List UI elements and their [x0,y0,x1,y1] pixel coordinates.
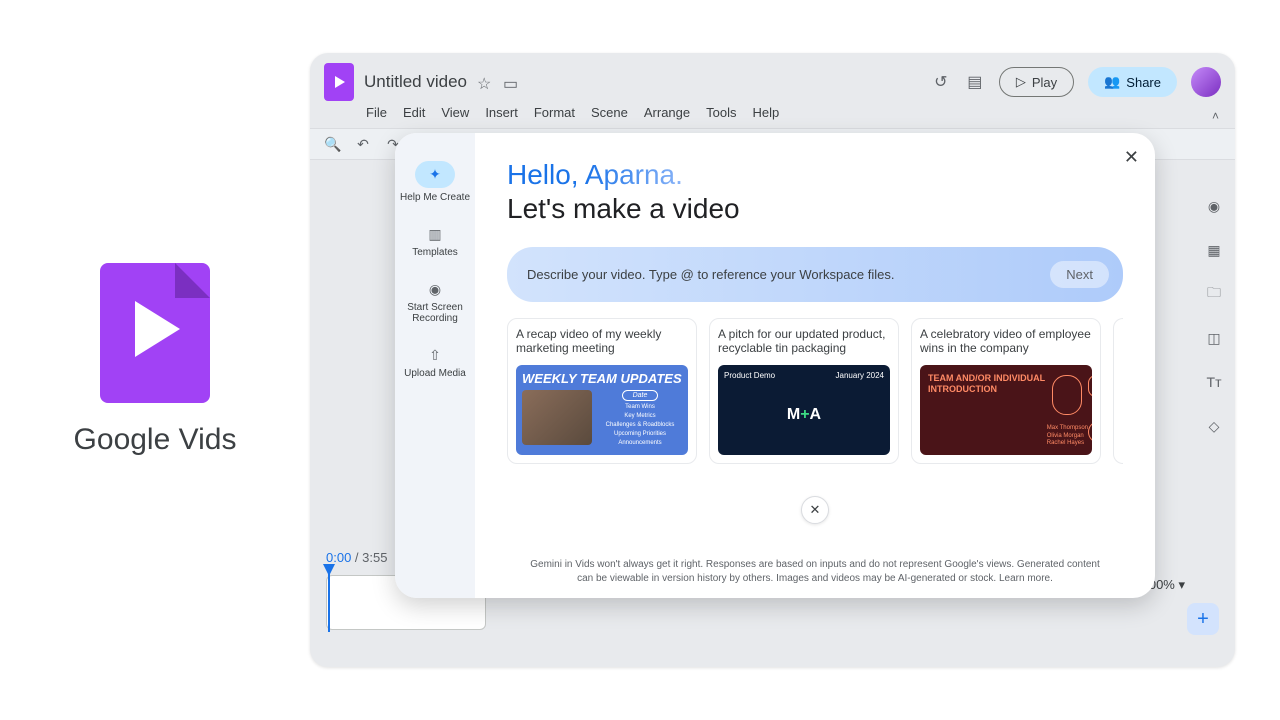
sparkle-icon: ✦ [429,166,441,183]
move-icon[interactable]: ▭ [503,74,519,90]
upload-icon: ⇧ [426,346,444,364]
share-button[interactable]: 👥 Share [1088,67,1177,97]
thumb-image [522,390,592,445]
star-icon[interactable]: ☆ [477,74,493,90]
record-icon[interactable]: ◉ [1201,193,1227,219]
card-thumb: Product DemoJanuary 2024 M+A [718,365,890,455]
time-current: 0:00 [326,550,351,565]
menu-insert[interactable]: Insert [485,105,518,120]
menu-edit[interactable]: Edit [403,105,425,120]
suggestion-card[interactable]: A recap video of my weekly marketing mee… [507,318,697,464]
menu-bar: File Edit View Insert Format Scene Arran… [310,101,1235,128]
promo-title: Google Vids [74,423,237,457]
card-title: A celebratory video of employee wins in … [920,327,1092,357]
text-icon[interactable]: Tᴛ [1201,369,1227,395]
help-me-create-modal: ✦ Help Me Create ▥ Templates ◉ Start Scr… [395,133,1155,598]
vids-logo-small [324,63,354,101]
suggestion-card[interactable]: A pitch for our updated product, recycla… [709,318,899,464]
play-label: Play [1032,75,1057,90]
menu-file[interactable]: File [366,105,387,120]
record-icon: ◉ [426,280,444,298]
menu-view[interactable]: View [441,105,469,120]
vids-logo-large [100,263,210,403]
play-button[interactable]: ▷ Play [999,67,1074,97]
title-bar: Untitled video ☆ ▭ ↺ ▤ ▷ Play 👥 Share [310,53,1235,101]
menu-help[interactable]: Help [752,105,779,120]
sidebar-item-upload[interactable]: ⇧ Upload Media [404,346,466,379]
close-icon[interactable]: ✕ [1124,147,1139,168]
modal-sidebar: ✦ Help Me Create ▥ Templates ◉ Start Scr… [395,133,475,598]
app-window: Untitled video ☆ ▭ ↺ ▤ ▷ Play 👥 Share Fi… [310,53,1235,667]
card-thumb: TEAM AND/OR INDIVIDUAL INTRODUCTION Max … [920,365,1092,455]
templates-icon: ▥ [426,225,444,243]
card-title: A pitch for our updated product, recycla… [718,327,890,357]
time-total: 3:55 [362,550,387,565]
sidebar-item-help-me-create[interactable]: ✦ Help Me Create [400,161,470,203]
sidebar-item-templates[interactable]: ▥ Templates [412,225,458,258]
document-title[interactable]: Untitled video [364,72,467,92]
undo-icon[interactable]: ↶ [354,135,372,153]
share-icon: 👥 [1104,74,1120,90]
shuffle-button[interactable]: ✕ [801,496,829,524]
right-rail: ◉ ▦ 🗀 ◫ Tᴛ ◇ [1201,193,1227,439]
menu-scene[interactable]: Scene [591,105,628,120]
history-icon[interactable]: ↺ [931,72,951,92]
card-title: A recap video of my weekly marketing mee… [516,327,688,357]
shapes-tool-icon[interactable]: ◇ [1201,413,1227,439]
prompt-placeholder: Describe your video. Type @ to reference… [527,267,1040,282]
disclaimer-text: Gemini in Vids won't always get it right… [507,552,1123,586]
play-icon: ▷ [1016,74,1026,90]
suggestion-cards: A recap video of my weekly marketing mee… [507,318,1123,464]
menu-tools[interactable]: Tools [706,105,736,120]
sidebar-item-label: Start Screen Recording [399,302,471,324]
sidebar-item-label: Help Me Create [400,192,470,203]
comments-icon[interactable]: ▤ [965,72,985,92]
hero-greeting: Hello, Aparna. [507,159,1123,191]
share-label: Share [1126,75,1161,90]
sidebar-item-label: Upload Media [404,368,466,379]
collapse-icon[interactable]: ˄ [1212,109,1219,123]
prompt-input[interactable]: Describe your video. Type @ to reference… [507,247,1123,302]
menu-arrange[interactable]: Arrange [644,105,690,120]
suggestion-card[interactable]: A celebratory video of employee wins in … [911,318,1101,464]
add-scene-button[interactable]: + [1187,603,1219,635]
sidebar-item-label: Templates [412,247,458,258]
folder-icon[interactable]: 🗀 [1201,281,1227,307]
search-icon[interactable]: 🔍 [324,135,342,153]
promo-panel: Google Vids [0,263,310,457]
modal-body: ✕ Hello, Aparna. Let's make a video Desc… [475,133,1155,598]
media-icon[interactable]: ▦ [1201,237,1227,263]
playhead-line [328,572,330,632]
shape-icon[interactable]: ◫ [1201,325,1227,351]
next-button[interactable]: Next [1050,261,1109,288]
hero-subtitle: Let's make a video [507,193,1123,225]
account-avatar[interactable] [1191,67,1221,97]
card-thumb: WEEKLY TEAM UPDATES Date Team Wins Key M… [516,365,688,455]
sidebar-item-recording[interactable]: ◉ Start Screen Recording [399,280,471,324]
suggestion-card-peek[interactable] [1113,318,1123,464]
menu-format[interactable]: Format [534,105,575,120]
